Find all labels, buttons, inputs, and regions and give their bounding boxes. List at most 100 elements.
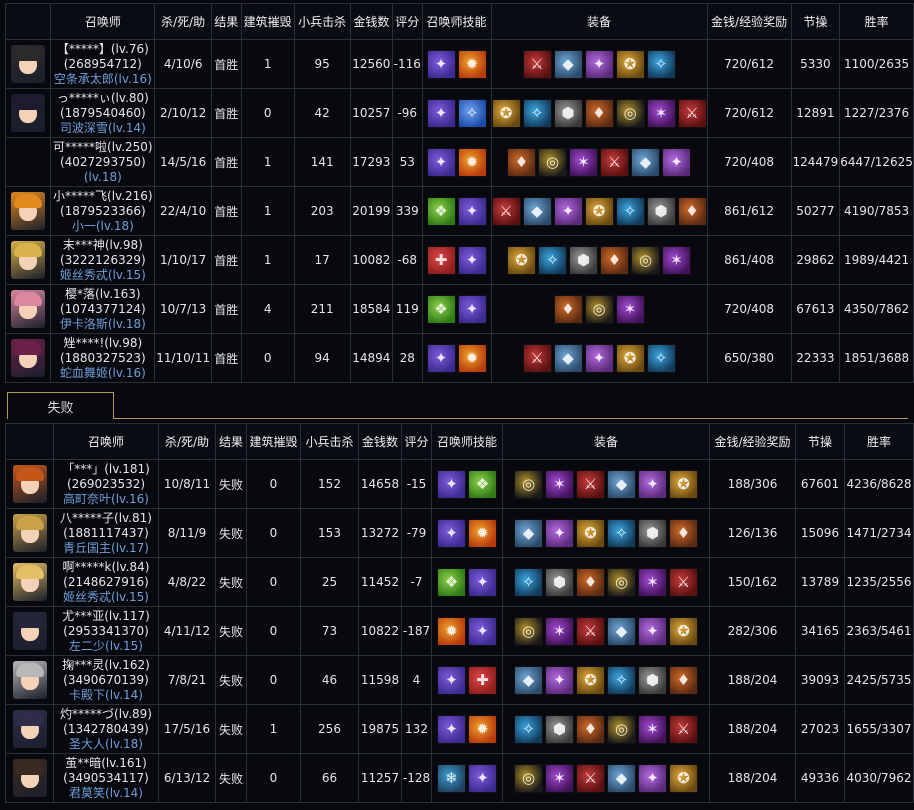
equipment-item-icon[interactable]: ◆ bbox=[553, 343, 583, 373]
equipment-item-icon[interactable]: ◎ bbox=[615, 98, 645, 128]
equipment-item-icon[interactable]: ◆ bbox=[631, 147, 660, 177]
summoner-name[interactable]: 掬***灵(lv.162) bbox=[55, 658, 158, 673]
equipment-item-icon[interactable]: ◎ bbox=[538, 147, 567, 177]
player-avatar-icon[interactable] bbox=[11, 45, 46, 83]
equipment-item-icon[interactable]: ✧ bbox=[615, 196, 645, 226]
ignite-spell-icon[interactable]: ✹ bbox=[457, 343, 487, 373]
equipment-item-icon[interactable]: ✧ bbox=[522, 98, 552, 128]
equipment-item-icon[interactable]: ✶ bbox=[646, 98, 676, 128]
equipment-item-icon[interactable]: ✶ bbox=[545, 763, 574, 793]
smite-spell-icon[interactable]: ❖ bbox=[426, 294, 456, 324]
equipment-item-icon[interactable]: ♦ bbox=[669, 665, 698, 695]
heal-spell-icon[interactable]: ✚ bbox=[426, 245, 456, 275]
smite-spell-icon[interactable]: ❖ bbox=[468, 469, 497, 499]
equipment-item-icon[interactable]: ⚔ bbox=[669, 567, 698, 597]
ignite-spell-icon[interactable]: ✹ bbox=[468, 714, 497, 744]
equipment-item-icon[interactable]: ♦ bbox=[584, 98, 614, 128]
flash-spell-icon[interactable]: ✦ bbox=[437, 469, 466, 499]
equipment-item-icon[interactable]: ⚔ bbox=[576, 763, 605, 793]
equipment-item-icon[interactable]: ◆ bbox=[607, 469, 636, 499]
equipment-item-icon[interactable]: ✪ bbox=[615, 49, 645, 79]
equipment-item-icon[interactable]: ✦ bbox=[553, 196, 583, 226]
equipment-item-icon[interactable]: ✶ bbox=[638, 714, 667, 744]
teleport-spell-icon[interactable]: ✧ bbox=[457, 98, 487, 128]
flash-spell-icon[interactable]: ✦ bbox=[426, 98, 456, 128]
player-avatar-icon[interactable] bbox=[12, 710, 47, 748]
flash-spell-icon[interactable]: ✦ bbox=[426, 49, 456, 79]
summoner-name[interactable]: 矬****!(lv.98) bbox=[52, 336, 154, 351]
flash-spell-icon[interactable]: ✦ bbox=[457, 245, 487, 275]
equipment-item-icon[interactable]: ◎ bbox=[607, 714, 636, 744]
summoner-name[interactable]: 茧**暗(lv.161) bbox=[55, 756, 158, 771]
equipment-item-icon[interactable]: ◎ bbox=[514, 616, 543, 646]
equipment-item-icon[interactable]: ♦ bbox=[600, 245, 629, 275]
player-avatar-icon[interactable] bbox=[11, 339, 46, 377]
player-avatar-icon[interactable] bbox=[12, 465, 47, 503]
flash-spell-icon[interactable]: ✦ bbox=[437, 714, 466, 744]
equipment-item-icon[interactable]: ✦ bbox=[545, 665, 574, 695]
equipment-item-icon[interactable]: ✪ bbox=[507, 245, 536, 275]
equipment-item-icon[interactable]: ⬢ bbox=[646, 196, 676, 226]
summoner-name[interactable]: 【*****】(lv.76) bbox=[52, 42, 154, 57]
equipment-item-icon[interactable]: ◆ bbox=[607, 763, 636, 793]
flash-spell-icon[interactable]: ✦ bbox=[426, 343, 456, 373]
equipment-item-icon[interactable]: ✪ bbox=[492, 98, 521, 128]
ignite-spell-icon[interactable]: ✹ bbox=[468, 518, 497, 548]
flash-spell-icon[interactable]: ✦ bbox=[437, 665, 466, 695]
equipment-item-icon[interactable]: ⬢ bbox=[638, 665, 667, 695]
player-avatar-icon[interactable] bbox=[11, 192, 46, 230]
summoner-name[interactable]: 可*****啦(lv.250) bbox=[52, 140, 154, 155]
equipment-item-icon[interactable]: ✶ bbox=[638, 567, 667, 597]
equipment-item-icon[interactable]: ✧ bbox=[646, 49, 676, 79]
equipment-item-icon[interactable]: ⬢ bbox=[638, 518, 667, 548]
equipment-item-icon[interactable]: ⬢ bbox=[545, 714, 574, 744]
tab-defeat[interactable]: 失败 bbox=[7, 392, 114, 419]
equipment-item-icon[interactable]: ⚔ bbox=[677, 98, 706, 128]
player-avatar-icon[interactable] bbox=[12, 514, 47, 552]
player-avatar-icon[interactable] bbox=[12, 759, 47, 797]
equipment-item-icon[interactable]: ⚔ bbox=[600, 147, 629, 177]
equipment-item-icon[interactable]: ♦ bbox=[576, 714, 605, 744]
flash-spell-icon[interactable]: ✦ bbox=[468, 567, 497, 597]
flash-spell-icon[interactable]: ✦ bbox=[468, 616, 497, 646]
flash-spell-icon[interactable]: ✦ bbox=[468, 763, 497, 793]
equipment-item-icon[interactable]: ✦ bbox=[638, 763, 667, 793]
equipment-item-icon[interactable]: ✧ bbox=[538, 245, 567, 275]
equipment-item-icon[interactable]: ✶ bbox=[662, 245, 691, 275]
summoner-name[interactable]: っ*****ぃ(lv.80) bbox=[52, 91, 154, 106]
player-avatar-icon[interactable] bbox=[12, 563, 47, 601]
equipment-item-icon[interactable]: ✦ bbox=[545, 518, 574, 548]
flash-spell-icon[interactable]: ✦ bbox=[437, 518, 466, 548]
equipment-item-icon[interactable]: ✧ bbox=[607, 518, 636, 548]
equipment-item-icon[interactable]: ✶ bbox=[615, 294, 645, 324]
summoner-name[interactable]: 灼*****づ(lv.89) bbox=[55, 707, 158, 722]
equipment-item-icon[interactable]: ⚔ bbox=[522, 49, 552, 79]
flash-spell-icon[interactable]: ✦ bbox=[457, 294, 487, 324]
equipment-item-icon[interactable]: ✪ bbox=[584, 196, 614, 226]
equipment-item-icon[interactable]: ◎ bbox=[514, 763, 543, 793]
equipment-item-icon[interactable]: ✪ bbox=[576, 665, 605, 695]
equipment-item-icon[interactable]: ⚔ bbox=[576, 616, 605, 646]
equipment-item-icon[interactable]: ◆ bbox=[522, 196, 552, 226]
summoner-name[interactable]: 尤***亚(lv.117) bbox=[55, 609, 158, 624]
player-avatar-icon[interactable] bbox=[12, 612, 47, 650]
equipment-item-icon[interactable]: ♦ bbox=[669, 518, 698, 548]
player-avatar-icon[interactable] bbox=[11, 94, 46, 132]
equipment-item-icon[interactable]: ✧ bbox=[607, 665, 636, 695]
equipment-item-icon[interactable]: ✦ bbox=[584, 49, 614, 79]
equipment-item-icon[interactable]: ♦ bbox=[576, 567, 605, 597]
player-avatar-icon[interactable] bbox=[11, 290, 46, 328]
equipment-item-icon[interactable]: ✪ bbox=[576, 518, 605, 548]
equipment-item-icon[interactable]: ✪ bbox=[669, 763, 698, 793]
summoner-name[interactable]: 「***」(lv.181) bbox=[55, 462, 158, 477]
exhaust-spell-icon[interactable]: ❄ bbox=[437, 763, 466, 793]
equipment-item-icon[interactable]: ◎ bbox=[631, 245, 660, 275]
flash-spell-icon[interactable]: ✦ bbox=[457, 196, 487, 226]
equipment-item-icon[interactable]: ✪ bbox=[669, 616, 698, 646]
equipment-item-icon[interactable]: ♦ bbox=[677, 196, 706, 226]
equipment-item-icon[interactable]: ⬢ bbox=[553, 98, 583, 128]
equipment-item-icon[interactable]: ⚔ bbox=[522, 343, 552, 373]
equipment-item-icon[interactable]: ✦ bbox=[638, 616, 667, 646]
player-avatar-icon[interactable] bbox=[12, 661, 47, 699]
equipment-item-icon[interactable]: ◎ bbox=[607, 567, 636, 597]
